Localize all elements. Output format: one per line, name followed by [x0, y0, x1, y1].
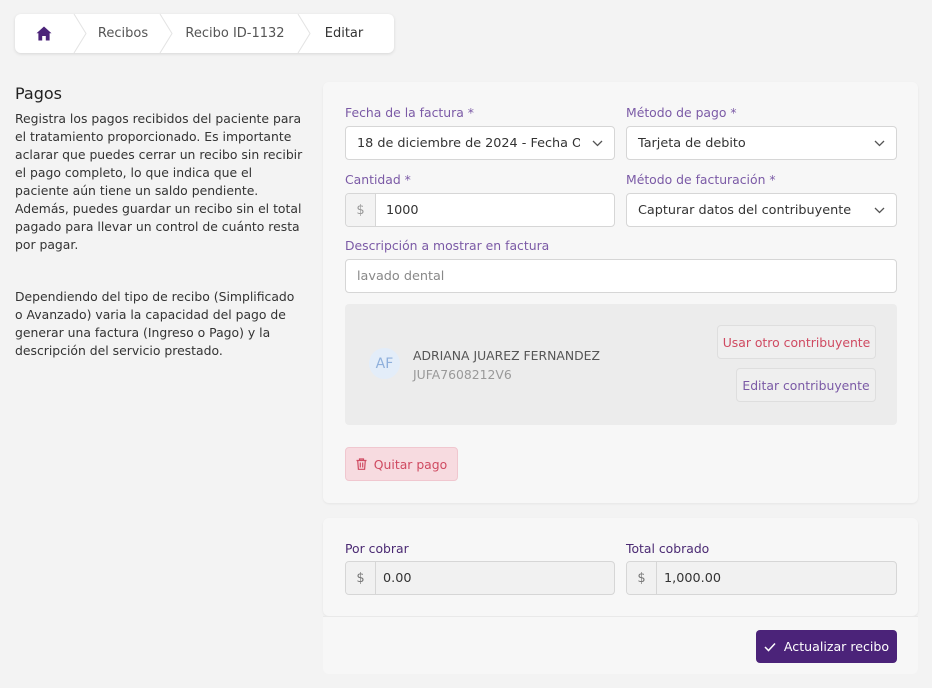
currency-addon: $ [627, 562, 657, 594]
billing-method-value: Capturar datos del contribuyente [638, 202, 852, 218]
page-title: Pagos [15, 84, 63, 103]
avatar: AF [369, 348, 400, 379]
breadcrumb-separator [159, 14, 173, 53]
payment-method-value: Tarjeta de debito [638, 135, 746, 151]
breadcrumb-item-editar: Editar [324, 26, 364, 41]
receivable-label: Por cobrar [345, 541, 409, 556]
use-other-taxpayer-button[interactable]: Usar otro contribuyente [717, 325, 876, 359]
intro-paragraph: Registra los pagos recibidos del pacient… [15, 111, 303, 252]
collected-label: Total cobrado [626, 541, 710, 556]
currency-addon: $ [346, 562, 376, 594]
breadcrumb: Recibos Recibo ID-1132 Editar [15, 14, 394, 53]
payment-method-select[interactable]: Tarjeta de debito [626, 126, 897, 160]
breadcrumb-separator [297, 14, 311, 53]
amount-value: 1000 [386, 202, 419, 218]
billing-method-select[interactable]: Capturar datos del contribuyente [626, 193, 897, 227]
trash-icon [356, 458, 367, 470]
receivable-value: 0.00 [383, 570, 412, 586]
home-icon[interactable] [36, 26, 52, 41]
payment-method-label: Método de pago * [626, 105, 737, 120]
description-input[interactable]: lavado dental [345, 259, 897, 293]
intro-paragraph-secondary: Dependiendo del tipo de recibo (Simplifi… [15, 289, 295, 358]
check-icon [764, 642, 776, 652]
invoice-date-value: 18 de diciembre de 2024 - Fecha Origir [357, 135, 580, 151]
breadcrumb-separator [73, 14, 87, 53]
remove-payment-label: Quitar pago [373, 456, 448, 472]
chevron-down-icon [862, 207, 896, 214]
chevron-down-icon [580, 140, 614, 147]
invoice-date-select[interactable]: 18 de diciembre de 2024 - Fecha Origir [345, 126, 615, 160]
receivable-input: $ 0.00 [345, 561, 615, 595]
invoice-date-label: Fecha de la factura * [345, 105, 474, 120]
breadcrumb-home[interactable] [15, 14, 73, 53]
collected-input: $ 1,000.00 [626, 561, 897, 595]
taxpayer-panel: AF ADRIANA JUAREZ FERNANDEZ JUFA7608212V… [345, 304, 897, 425]
remove-payment-button[interactable]: Quitar pago [345, 447, 458, 481]
totals-card: Por cobrar $ 0.00 Total cobrado $ 1,000.… [323, 518, 918, 616]
chevron-down-icon [862, 140, 896, 147]
billing-method-label: Método de facturación * [626, 172, 776, 187]
currency-addon: $ [346, 194, 376, 226]
intro-section: Pagos Registra los pagos recibidos del p… [15, 84, 305, 360]
amount-label: Cantidad * [345, 172, 411, 187]
payment-card: Fecha de la factura * 18 de diciembre de… [323, 82, 918, 503]
taxpayer-rfc: JUFA7608212V6 [413, 367, 512, 382]
update-receipt-button[interactable]: Actualizar recibo [756, 630, 897, 663]
amount-input[interactable]: $ 1000 [345, 193, 615, 227]
edit-taxpayer-button[interactable]: Editar contribuyente [736, 368, 876, 402]
update-receipt-label: Actualizar recibo [783, 639, 890, 654]
collected-value: 1,000.00 [664, 570, 721, 586]
taxpayer-name: ADRIANA JUAREZ FERNANDEZ [413, 348, 600, 363]
description-value: lavado dental [357, 268, 445, 284]
actions-bar: Actualizar recibo [323, 616, 918, 674]
breadcrumb-item-recibo-id[interactable]: Recibo ID-1132 [173, 14, 297, 53]
breadcrumb-item-recibos[interactable]: Recibos [87, 14, 159, 53]
description-label: Descripción a mostrar en factura [345, 238, 550, 253]
